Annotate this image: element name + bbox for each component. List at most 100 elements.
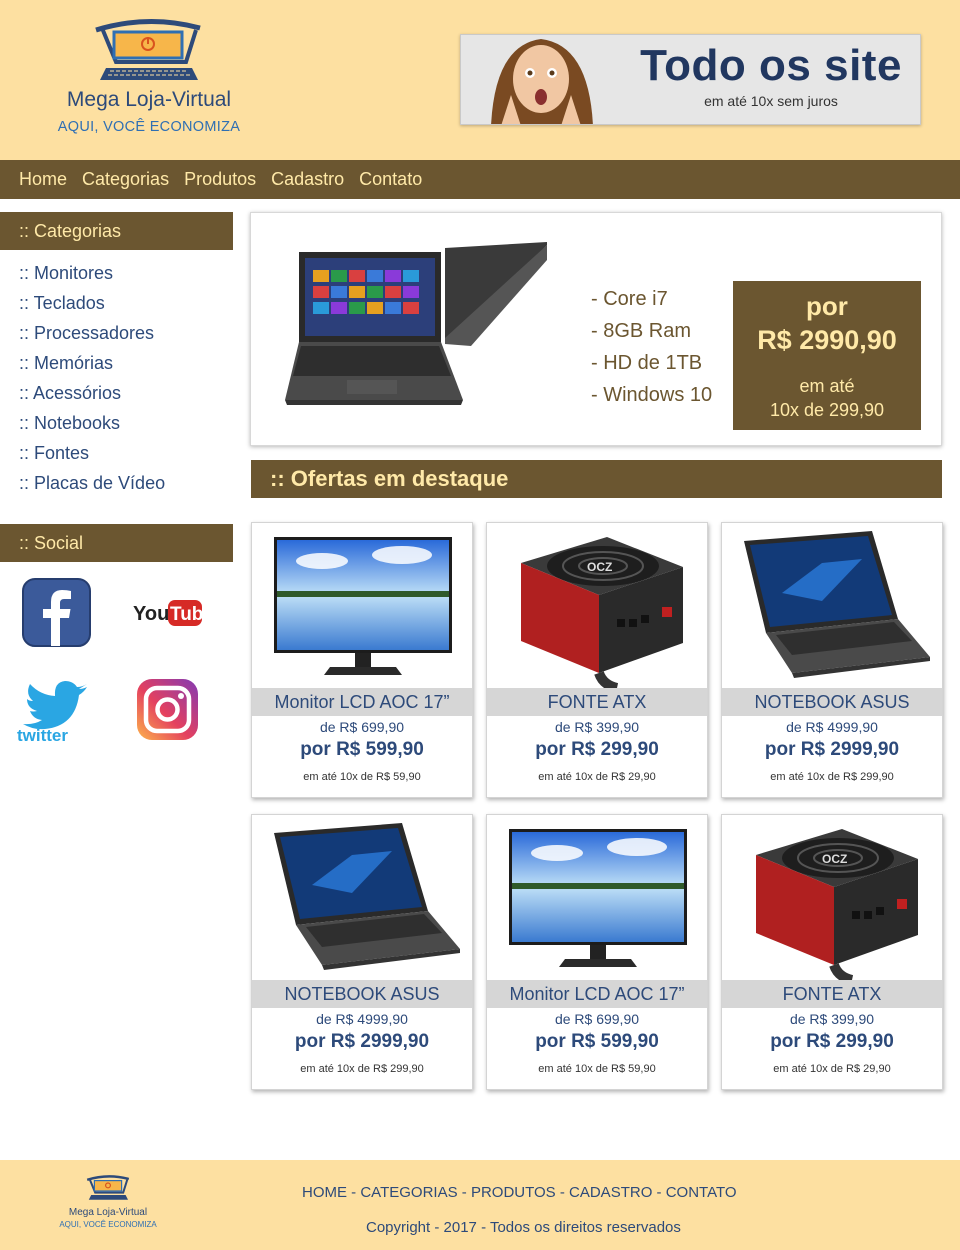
product-old-price: de R$ 4999,90: [786, 719, 878, 735]
nav-home[interactable]: Home: [19, 169, 67, 190]
price-label: por: [806, 291, 848, 321]
category-teclados[interactable]: :: Teclados: [19, 288, 165, 318]
product-name[interactable]: Monitor LCD AOC 17”: [252, 688, 472, 716]
product-name[interactable]: NOTEBOOK ASUS: [252, 980, 472, 1008]
promo-title: Todo os site: [640, 41, 902, 90]
product-card[interactable]: NOTEBOOK ASUS de R$ 4999,90 por R$ 2999,90…: [721, 522, 943, 798]
category-processadores[interactable]: :: Processadores: [19, 318, 165, 348]
product-new-price: por R$ 599,90: [535, 1031, 659, 1052]
svg-text:Tube: Tube: [170, 604, 203, 625]
promo-subtitle: em até 10x sem juros: [704, 93, 838, 109]
laptop-image: [252, 815, 472, 980]
product-new-price: por R$ 299,90: [770, 1031, 894, 1052]
footer-link-produtos[interactable]: PRODUTOS: [471, 1184, 556, 1201]
product-installments: em até 10x de R$ 299,90: [300, 1063, 424, 1075]
separator: -: [347, 1184, 361, 1201]
nav-cadastro[interactable]: Cadastro: [271, 169, 344, 190]
category-notebooks[interactable]: :: Notebooks: [19, 408, 165, 438]
surprised-woman-image: [491, 39, 593, 124]
spec-item: - HD de 1TB: [591, 352, 703, 374]
product-installments: em até 10x de R$ 29,90: [538, 771, 656, 783]
spec-item: - 8GB Ram: [591, 320, 692, 342]
product-installments: em até 10x de R$ 59,90: [303, 771, 421, 783]
separator: -: [457, 1184, 471, 1201]
footer-brand-slogan: AQUI, VOCÊ ECONOMIZA: [59, 1220, 157, 1229]
product-name[interactable]: FONTE ATX: [487, 688, 707, 716]
brand-name: Mega Loja-Virtual: [66, 88, 232, 111]
promo-banner[interactable]: Todo os site em até 10x sem juros: [460, 34, 921, 125]
offers-heading: :: Ofertas em destaque: [251, 460, 942, 498]
product-card[interactable]: OCZ FONTE ATX de R$ 399,90 por R$ 299,90 em …: [486, 522, 708, 798]
product-name[interactable]: FONTE ATX: [722, 980, 942, 1008]
footer-brand-name: Mega Loja-Virtual: [68, 1207, 148, 1218]
product-card[interactable]: Monitor LCD AOC 17” de R$ 699,90 por R$ 59…: [251, 522, 473, 798]
product-card[interactable]: OCZ FONTE ATX de R$ 399,90 por R$ 299,90 em …: [721, 814, 943, 1090]
svg-text:OCZ: OCZ: [587, 560, 612, 574]
power-supply-image: OCZ: [722, 815, 942, 985]
laptop-image: [722, 523, 942, 688]
twitter-icon[interactable]: twitter: [15, 678, 99, 744]
social-heading: :: Social: [0, 524, 233, 562]
laptop-image: [285, 242, 547, 405]
monitor-image: [252, 523, 472, 688]
youtube-icon[interactable]: You Tube: [133, 598, 203, 628]
computer-logo-icon: [86, 1175, 130, 1200]
separator: -: [652, 1184, 666, 1201]
categories-list: :: Monitores :: Teclados :: Processadore…: [19, 258, 165, 498]
separator: -: [555, 1184, 570, 1201]
footer-links: HOME - CATEGORIAS - PRODUTOS - CADASTRO …: [302, 1184, 737, 1201]
product-installments: em até 10x de R$ 299,90: [770, 771, 894, 783]
product-old-price: de R$ 699,90: [554, 1011, 640, 1027]
svg-text:OCZ: OCZ: [822, 852, 847, 866]
product-new-price: por R$ 2999,90: [294, 1031, 430, 1052]
monitor-image: [487, 815, 707, 980]
power-supply-image: OCZ: [487, 523, 707, 693]
nav-produtos[interactable]: Produtos: [184, 169, 256, 190]
instagram-icon[interactable]: [137, 679, 198, 740]
category-placas-de-video[interactable]: :: Placas de Vídeo: [19, 468, 165, 498]
footer-link-categorias[interactable]: CATEGORIAS: [360, 1184, 457, 1201]
footer: Mega Loja-Virtual AQUI, VOCÊ ECONOMIZA H…: [0, 1160, 960, 1250]
nav-contato[interactable]: Contato: [359, 169, 422, 190]
svg-text:You: You: [133, 603, 169, 625]
product-card[interactable]: NOTEBOOK ASUS de R$ 4999,90 por R$ 2999,90…: [251, 814, 473, 1090]
footer-link-home[interactable]: HOME: [302, 1184, 347, 1201]
product-old-price: de R$ 4999,90: [316, 1011, 408, 1027]
category-monitores[interactable]: :: Monitores: [19, 258, 165, 288]
product-old-price: de R$ 399,90: [554, 719, 640, 735]
spec-item: - Windows 10: [591, 384, 713, 406]
price-box[interactable]: por R$ 2990,90 em até 10x de 299,90: [733, 281, 921, 430]
product-old-price: de R$ 699,90: [319, 719, 405, 735]
footer-link-cadastro[interactable]: CADASTRO: [569, 1184, 652, 1201]
installments-line-1: em até: [799, 376, 855, 396]
main-nav: Home Categorias Produtos Cadastro Contat…: [0, 160, 960, 199]
facebook-icon[interactable]: [22, 578, 91, 647]
copyright: Copyright - 2017 - Todos os direitos res…: [366, 1219, 681, 1236]
product-name[interactable]: Monitor LCD AOC 17”: [487, 980, 707, 1008]
product-installments: em até 10x de R$ 29,90: [773, 1063, 891, 1075]
product-new-price: por R$ 599,90: [300, 739, 424, 760]
computer-logo-icon: [95, 18, 201, 80]
footer-logo[interactable]: Mega Loja-Virtual AQUI, VOCÊ ECONOMIZA: [59, 1174, 157, 1234]
footer-link-contato[interactable]: CONTATO: [666, 1184, 737, 1201]
nav-categorias[interactable]: Categorias: [82, 169, 169, 190]
product-specs: - Core i7 - 8GB Ram - HD de 1TB - Window…: [591, 283, 712, 411]
category-memorias[interactable]: :: Memórias: [19, 348, 165, 378]
product-name[interactable]: NOTEBOOK ASUS: [722, 688, 942, 716]
product-installments: em até 10x de R$ 59,90: [538, 1063, 656, 1075]
svg-text:twitter: twitter: [17, 726, 68, 744]
categories-heading: :: Categorias: [0, 212, 233, 250]
featured-product[interactable]: - Core i7 - 8GB Ram - HD de 1TB - Window…: [250, 212, 942, 446]
spec-item: - Core i7: [591, 288, 668, 310]
installments-line-2: 10x de 299,90: [769, 400, 885, 420]
brand-slogan: AQUI, VOCÊ ECONOMIZA: [57, 119, 241, 135]
product-card[interactable]: Monitor LCD AOC 17” de R$ 699,90 por R$ 59…: [486, 814, 708, 1090]
category-acessorios[interactable]: :: Acessórios: [19, 378, 165, 408]
product-old-price: de R$ 399,90: [789, 1011, 875, 1027]
price-value: R$ 2990,90: [757, 325, 897, 355]
site-logo[interactable]: Mega Loja-Virtual AQUI, VOCÊ ECONOMIZA: [34, 18, 264, 148]
header: Mega Loja-Virtual AQUI, VOCÊ ECONOMIZA T…: [0, 0, 960, 160]
category-fontes[interactable]: :: Fontes: [19, 438, 165, 468]
product-new-price: por R$ 2999,90: [764, 739, 900, 760]
product-new-price: por R$ 299,90: [535, 739, 659, 760]
